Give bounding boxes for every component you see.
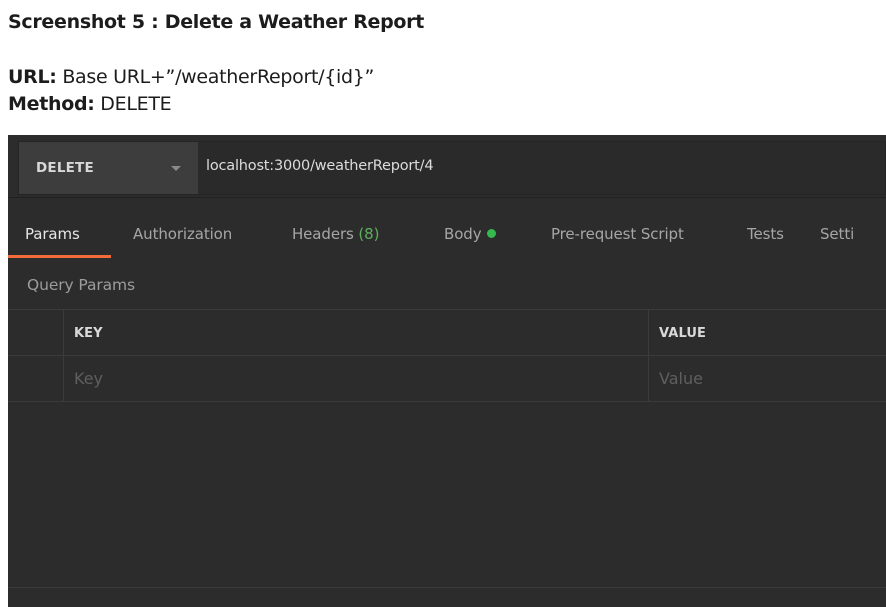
request-url-input[interactable]: localhost:3000/weatherReport/4 bbox=[198, 141, 886, 195]
value-input[interactable]: Value bbox=[649, 356, 886, 401]
active-tab-indicator bbox=[8, 255, 111, 258]
query-params-title: Query Params bbox=[27, 276, 136, 294]
headers-count: (8) bbox=[358, 225, 380, 243]
tab-authorization-label: Authorization bbox=[133, 225, 233, 243]
row-checkbox-cell[interactable] bbox=[8, 356, 64, 401]
key-header-label: KEY bbox=[74, 326, 103, 341]
tab-settings-label: Setti bbox=[820, 225, 855, 243]
http-method-label: DELETE bbox=[36, 160, 94, 176]
request-bar: DELETE localhost:3000/weatherReport/4 bbox=[8, 135, 886, 198]
table-row: Key Value bbox=[8, 356, 886, 402]
request-url-text: localhost:3000/weatherReport/4 bbox=[206, 158, 434, 174]
tab-settings[interactable]: Setti bbox=[820, 225, 854, 243]
http-method-dropdown[interactable]: DELETE bbox=[18, 141, 198, 195]
checkbox-column-header bbox=[8, 310, 64, 355]
value-header-label: VALUE bbox=[659, 326, 706, 341]
tab-pre-request-script[interactable]: Pre-request Script bbox=[551, 225, 684, 243]
value-placeholder: Value bbox=[659, 369, 703, 388]
url-label: URL: bbox=[8, 66, 57, 88]
url-line: URL: Base URL+”/weatherReport/{id}” bbox=[8, 66, 374, 88]
postman-request-panel: DELETE localhost:3000/weatherReport/4 Pa… bbox=[8, 135, 886, 607]
tab-params[interactable]: Params bbox=[25, 225, 80, 243]
key-placeholder: Key bbox=[74, 369, 104, 388]
tab-tests[interactable]: Tests bbox=[747, 225, 784, 243]
tab-headers-label: Headers bbox=[292, 225, 354, 243]
request-tabs: Params Authorization Headers (8) Body Pr… bbox=[8, 199, 886, 261]
chevron-down-icon[interactable] bbox=[171, 166, 181, 171]
table-header-row: KEY VALUE bbox=[8, 310, 886, 356]
tab-body-label: Body bbox=[444, 225, 482, 243]
query-params-table: KEY VALUE Key Value bbox=[8, 309, 886, 402]
tab-pre-request-script-label: Pre-request Script bbox=[551, 225, 684, 243]
tab-tests-label: Tests bbox=[747, 225, 784, 243]
key-input[interactable]: Key bbox=[64, 356, 649, 401]
panel-divider bbox=[8, 587, 886, 588]
status-dot-icon bbox=[487, 229, 497, 238]
method-label: Method: bbox=[8, 93, 95, 115]
tab-authorization[interactable]: Authorization bbox=[133, 225, 232, 243]
method-line: Method: DELETE bbox=[8, 93, 172, 115]
value-column-header: VALUE bbox=[649, 310, 886, 355]
tab-body[interactable]: Body bbox=[444, 225, 497, 243]
tab-params-label: Params bbox=[25, 225, 80, 243]
method-value: DELETE bbox=[94, 93, 172, 115]
tab-headers[interactable]: Headers (8) bbox=[292, 225, 379, 243]
url-value: Base URL+”/weatherReport/{id}” bbox=[56, 66, 375, 88]
document-title: Screenshot 5 : Delete a Weather Report bbox=[8, 11, 425, 33]
key-column-header: KEY bbox=[64, 310, 649, 355]
